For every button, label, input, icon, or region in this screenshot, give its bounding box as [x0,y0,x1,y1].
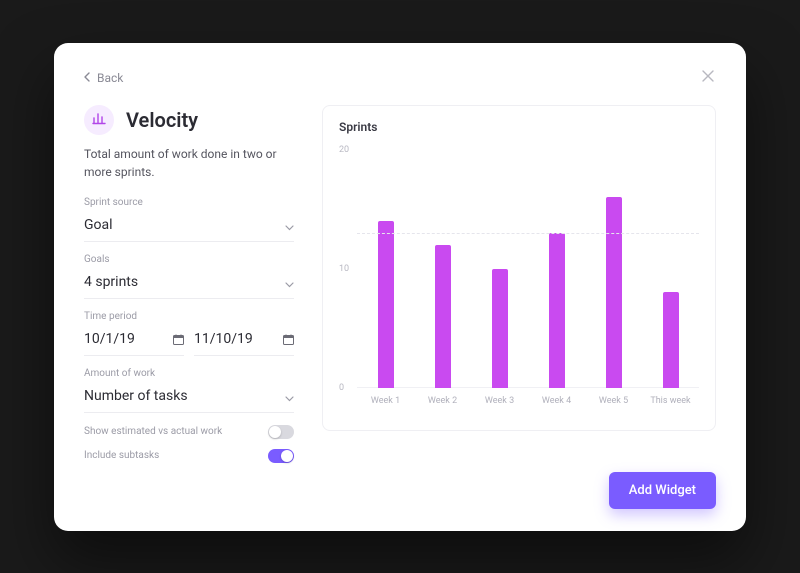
sprints-bar-chart: Week 1Week 2Week 3Week 4Week 5This week … [351,138,699,408]
sprint-source-value: Goal [84,217,113,233]
chart-bar [549,233,565,388]
field-time-period: Time period 10/1/19 11/10/19 [84,311,294,356]
modal-topbar: Back [84,69,716,87]
chevron-down-icon [285,273,294,292]
estimated-vs-actual-toggle[interactable] [268,425,294,439]
start-date-picker[interactable]: 10/1/19 [84,326,184,356]
chart-ytick: 0 [339,383,344,393]
include-subtasks-label: Include subtasks [84,450,159,461]
chart-xlabel: Week 2 [414,396,471,406]
chevron-down-icon [285,216,294,235]
goals-value: 4 sprints [84,274,138,290]
chart-bar-column [585,150,642,388]
chart-ytick: 20 [339,145,349,155]
bar-chart-icon [92,110,106,129]
row-estimated-vs-actual: Show estimated vs actual work [84,425,294,439]
chart-bar-column [357,150,414,388]
chart-xlabel: Week 3 [471,396,528,406]
field-goals: Goals 4 sprints [84,254,294,299]
start-date-value: 10/1/19 [84,331,135,347]
chart-bar-column [642,150,699,388]
calendar-icon [283,330,294,349]
chart-guideline [357,233,699,234]
chevron-down-icon [285,387,294,406]
sprints-chart-card: Sprints Week 1Week 2Week 3Week 4Week 5Th… [322,105,716,431]
estimated-vs-actual-label: Show estimated vs actual work [84,426,222,437]
chart-bar-column [528,150,585,388]
chart-title: Sprints [339,120,699,134]
back-button[interactable]: Back [84,71,123,85]
chart-xlabel: Week 5 [585,396,642,406]
chart-bar [492,269,508,388]
chart-bar [663,292,679,387]
close-icon [700,69,716,88]
chart-bar [435,245,451,388]
chart-ytick: 10 [339,264,349,274]
add-widget-button[interactable]: Add Widget [609,472,716,509]
chevron-left-icon [84,71,91,85]
calendar-icon [173,330,184,349]
velocity-icon-badge [84,105,114,135]
amount-of-work-value: Number of tasks [84,388,188,404]
chart-bar-column [471,150,528,388]
row-include-subtasks: Include subtasks [84,449,294,463]
sprint-source-select[interactable]: Goal [84,212,294,242]
back-label: Back [97,71,123,85]
sprint-source-label: Sprint source [84,197,294,208]
field-sprint-source: Sprint source Goal [84,197,294,242]
amount-of-work-select[interactable]: Number of tasks [84,383,294,413]
chart-panel: Sprints Week 1Week 2Week 3Week 4Week 5Th… [322,105,716,463]
chart-xlabel: This week [642,396,699,406]
config-panel: Velocity Total amount of work done in tw… [84,105,294,463]
widget-config-modal: Back Veloci [54,43,746,531]
field-amount-of-work: Amount of work Number of tasks [84,368,294,413]
time-period-label: Time period [84,311,294,322]
goals-select[interactable]: 4 sprints [84,269,294,299]
chart-xlabel: Week 1 [357,396,414,406]
amount-of-work-label: Amount of work [84,368,294,379]
chart-xlabel: Week 4 [528,396,585,406]
close-button[interactable] [700,68,716,88]
page-title: Velocity [126,108,198,132]
chart-bar [606,197,622,387]
include-subtasks-toggle[interactable] [268,449,294,463]
end-date-value: 11/10/19 [194,331,253,347]
chart-bar [378,221,394,388]
end-date-picker[interactable]: 11/10/19 [194,326,294,356]
goals-label: Goals [84,254,294,265]
chart-bar-column [414,150,471,388]
page-description: Total amount of work done in two or more… [84,145,294,181]
